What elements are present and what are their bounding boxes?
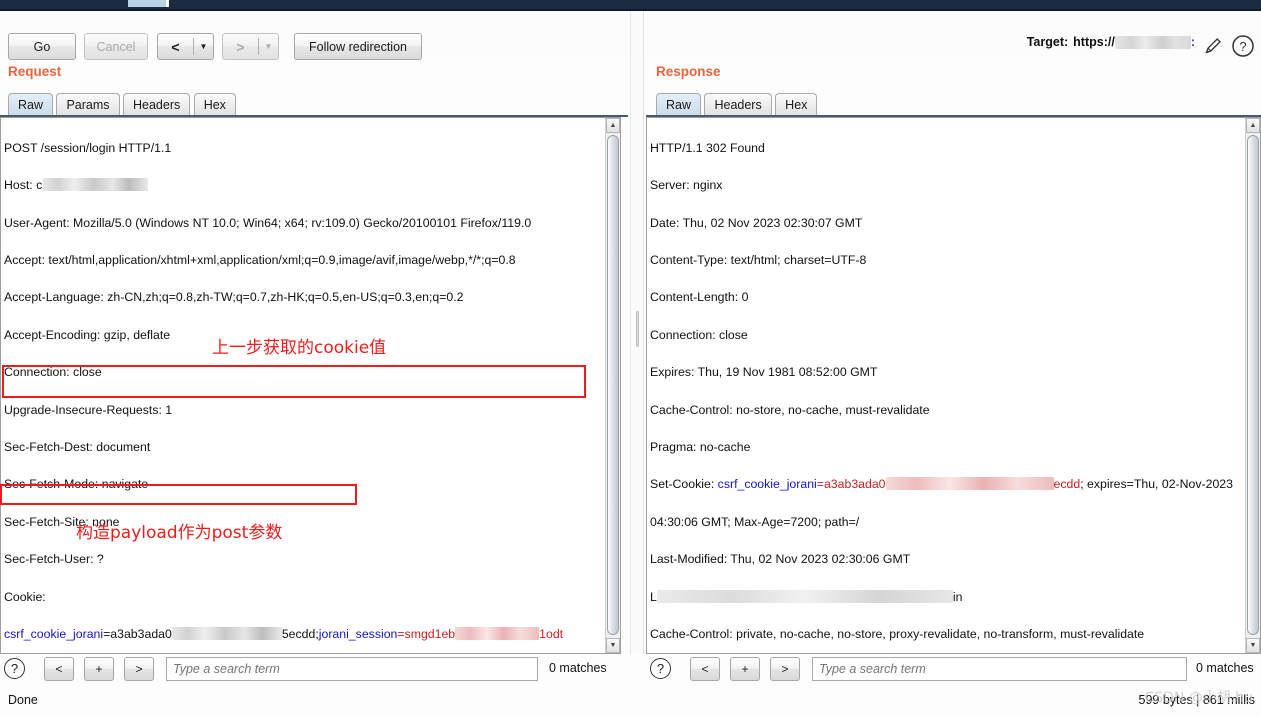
response-search-input[interactable] bbox=[812, 657, 1187, 681]
request-line: User-Agent: Mozilla/5.0 (Windows NT 10.0… bbox=[4, 215, 532, 230]
request-line: Accept-Language: zh-CN,zh;q=0.8,zh-TW;q=… bbox=[4, 290, 464, 305]
payload-annotation: 构造payload作为post参数 bbox=[76, 523, 283, 543]
svg-text:?: ? bbox=[1239, 39, 1246, 54]
status-text: Done bbox=[8, 693, 38, 707]
response-search-add-button[interactable]: + bbox=[730, 657, 760, 681]
request-search-help-icon[interactable]: ? bbox=[4, 658, 25, 679]
response-scroll-thumb[interactable] bbox=[1247, 135, 1259, 635]
request-scroll-thumb[interactable] bbox=[607, 135, 619, 635]
request-line: Connection: close bbox=[4, 365, 102, 380]
request-search-prev-button[interactable]: < bbox=[44, 657, 74, 681]
response-tab-hex[interactable]: Hex bbox=[775, 93, 818, 115]
response-scroll-down-icon[interactable]: ▼ bbox=[1246, 638, 1260, 653]
forward-chevron-down-icon: ▼ bbox=[264, 42, 273, 51]
response-line: Content-Type: text/html; charset=UTF-8 bbox=[650, 252, 867, 267]
burp-repeater-window: Go Cancel < ▼ > ▼ Follow redirection Tar… bbox=[0, 0, 1261, 716]
request-line-cookie-value: csrf_cookie_jorani=a3ab3ada0 5ecdd;jorani… bbox=[4, 626, 564, 641]
request-search-matches: 0 matches bbox=[549, 661, 607, 675]
request-vertical-scrollbar[interactable]: ▲ ▼ bbox=[605, 118, 620, 653]
response-vertical-scrollbar[interactable]: ▲ ▼ bbox=[1245, 118, 1260, 653]
response-stats: 599 bytes | 861 millis bbox=[1138, 693, 1256, 707]
response-line: Cache-Control: no-store, no-cache, must-… bbox=[650, 402, 930, 417]
request-line: Upgrade-Insecure-Requests: 1 bbox=[4, 402, 173, 417]
splitter-grip[interactable] bbox=[636, 311, 639, 347]
response-set-cookie-line: Set-Cookie: csrf_cookie_jorani=a3ab3ada0… bbox=[650, 477, 1233, 492]
window-tab-gap bbox=[166, 0, 169, 7]
request-search-next-button[interactable]: > bbox=[124, 657, 154, 681]
response-raw-text[interactable]: HTTP/1.1 302 Found Server: nginx Date: T… bbox=[650, 120, 1233, 653]
request-line: Accept: text/html,application/xhtml+xml,… bbox=[4, 252, 516, 267]
request-raw-text[interactable]: POST /session/login HTTP/1.1 Host: c Use… bbox=[4, 120, 599, 653]
response-search-matches: 0 matches bbox=[1196, 661, 1254, 675]
response-title: Response bbox=[656, 64, 721, 79]
request-tab-params[interactable]: Params bbox=[56, 93, 120, 115]
response-panel: Response Raw Headers Hex HTTP/1.1 302 Fo… bbox=[646, 56, 1261, 654]
response-tab-raw[interactable]: Raw bbox=[656, 93, 702, 115]
back-chevron-down-icon[interactable]: ▼ bbox=[194, 42, 213, 51]
response-line: Date: Thu, 02 Nov 2023 02:30:07 GMT bbox=[650, 215, 863, 230]
request-search-add-button[interactable]: + bbox=[84, 657, 114, 681]
request-message-editor[interactable]: POST /session/login HTTP/1.1 Host: c Use… bbox=[0, 117, 621, 654]
request-line-host: Host: c bbox=[4, 176, 599, 195]
request-title: Request bbox=[8, 64, 62, 79]
response-search-prev-button[interactable]: < bbox=[690, 657, 720, 681]
request-tabstrip: Raw Params Headers Hex bbox=[8, 93, 236, 115]
request-search-input[interactable] bbox=[166, 657, 538, 681]
response-tab-headers[interactable]: Headers bbox=[704, 93, 772, 115]
response-line: Expires: Thu, 19 Nov 1981 08:52:00 GMT bbox=[650, 365, 878, 380]
target-url: https:// bbox=[1073, 35, 1115, 49]
request-line: Sec-Fetch-Dest: document bbox=[4, 439, 151, 454]
back-arrow-icon: < bbox=[171, 38, 180, 55]
response-set-cookie-wrap: 04:30:06 GMT; Max-Age=7200; path=/ bbox=[650, 514, 860, 529]
response-search-bar: ? < + > 0 matches bbox=[646, 655, 1261, 687]
response-location-line: Lin bbox=[650, 589, 963, 604]
response-search-help-icon[interactable]: ? bbox=[650, 658, 671, 679]
request-scroll-down-icon[interactable]: ▼ bbox=[606, 638, 620, 653]
response-tabstrip: Raw Headers Hex bbox=[656, 93, 818, 115]
status-bar: Done 599 bytes | 861 millis bbox=[0, 690, 1261, 716]
request-tab-raw[interactable]: Raw bbox=[8, 93, 54, 115]
request-line: POST /session/login HTTP/1.1 bbox=[4, 140, 172, 155]
forward-arrow-icon: > bbox=[236, 38, 245, 55]
request-search-bar: ? < + > 0 matches bbox=[0, 655, 628, 687]
request-scroll-up-icon[interactable]: ▲ bbox=[606, 118, 620, 133]
cookie-annotation: 上一步获取的cookie值 bbox=[212, 338, 387, 358]
panel-splitter[interactable] bbox=[630, 11, 644, 654]
request-line-cookie-label: Cookie: bbox=[4, 589, 46, 604]
target-url-caret: : bbox=[1190, 35, 1195, 49]
response-line: HTTP/1.1 302 Found bbox=[650, 140, 765, 155]
target-display: Target: https:// : bbox=[1027, 35, 1195, 49]
window-active-tab-marker[interactable] bbox=[128, 0, 166, 7]
response-line: Connection: close bbox=[650, 327, 748, 342]
request-line: Sec-Fetch-User: ? bbox=[4, 552, 104, 567]
target-label: Target: bbox=[1026, 35, 1069, 49]
response-line: Server: nginx bbox=[650, 178, 723, 193]
response-line: Content-Length: 0 bbox=[650, 290, 749, 305]
window-top-strip bbox=[0, 0, 1261, 9]
response-message-viewer[interactable]: HTTP/1.1 302 Found Server: nginx Date: T… bbox=[646, 117, 1261, 654]
response-scroll-up-icon[interactable]: ▲ bbox=[1246, 118, 1260, 133]
request-tab-headers[interactable]: Headers bbox=[123, 93, 191, 115]
response-line: Last-Modified: Thu, 02 Nov 2023 02:30:06… bbox=[650, 552, 911, 567]
response-search-next-button[interactable]: > bbox=[770, 657, 800, 681]
request-line: Sec-Fetch-Mode: navigate bbox=[4, 477, 149, 492]
request-tab-hex[interactable]: Hex bbox=[193, 93, 236, 115]
response-line: Cache-Control: private, no-cache, no-sto… bbox=[650, 626, 1145, 641]
target-url-redaction bbox=[1114, 35, 1191, 49]
response-line: Pragma: no-cache bbox=[650, 439, 751, 454]
